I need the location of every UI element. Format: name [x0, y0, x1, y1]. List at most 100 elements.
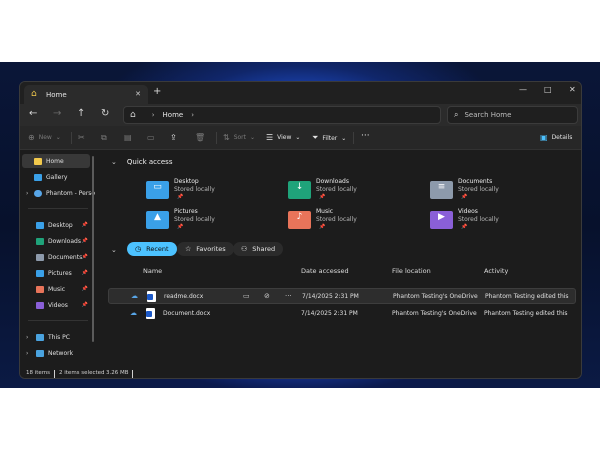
quick-access-pictures[interactable]: ▲ Pictures Stored locally 📌	[146, 208, 276, 234]
desktop-folder-icon	[36, 221, 44, 229]
sidebar-item-this-pc[interactable]: › This PC	[22, 330, 90, 344]
new-tab-button[interactable]: +	[153, 86, 161, 97]
downloads-folder-icon: ↓	[288, 181, 311, 199]
details-button[interactable]: ▣ Details	[540, 133, 572, 142]
sidebar-scrollbar[interactable]	[92, 156, 94, 342]
share-file-icon[interactable]: ⊘	[264, 292, 270, 300]
chevron-down-icon: ⌄	[250, 134, 256, 141]
up-button[interactable]: ↑	[77, 109, 85, 119]
table-row[interactable]: ☁ Document.docx 7/14/2025 2:31 PM Phanto…	[108, 306, 576, 322]
file-name: readme.docx	[164, 293, 204, 300]
rename-button[interactable]: ▭	[147, 133, 159, 142]
more-options-button[interactable]: ···	[361, 131, 370, 141]
quick-access-title: Quick access	[126, 158, 173, 166]
quick-access-desktop[interactable]: ▭ Desktop Stored locally 📌	[146, 178, 276, 204]
minimize-button[interactable]: —	[519, 85, 527, 94]
quick-access-downloads[interactable]: ↓ Downloads Stored locally 📌	[288, 178, 418, 204]
search-input[interactable]: ⌕ Search Home	[447, 106, 578, 124]
shared-people-icon: ⚇	[241, 245, 248, 253]
sidebar-item-gallery[interactable]: Gallery	[22, 170, 90, 184]
share-button[interactable]: ⇪	[170, 133, 181, 142]
quick-access-videos[interactable]: ▶ Videos Stored locally 📌	[430, 208, 560, 234]
maximize-button[interactable]: □	[544, 85, 552, 94]
back-button[interactable]: ←	[29, 109, 37, 119]
music-folder-icon	[36, 285, 44, 293]
quick-access-music[interactable]: ♪ Music Stored locally 📌	[288, 208, 418, 234]
column-header-name[interactable]: Name	[143, 267, 162, 275]
file-explorer-window: ⌂ Home ✕ + — □ ✕ ← → ↑ ↻ ⌂ › Home › ⌕ Se…	[19, 81, 582, 379]
pictures-folder-icon	[36, 269, 44, 277]
sidebar-item-label: This PC	[48, 333, 70, 341]
recent-collapse-toggle[interactable]: ⌄	[111, 246, 127, 254]
sidebar-item-label: Documents	[48, 253, 83, 261]
sidebar-item-desktop[interactable]: Desktop 📌	[22, 218, 90, 232]
cloud-status-icon: ☁	[130, 309, 137, 317]
address-row: ← → ↑ ↻ ⌂ › Home › ⌕ Search Home	[20, 104, 581, 126]
delete-button[interactable]: 🗑	[195, 133, 209, 142]
clock-icon: ◷	[135, 245, 142, 253]
table-row[interactable]: ☁ readme.docx ▭ ⊘ ··· 7/14/2025 2:31 PM …	[108, 288, 576, 304]
tab-favorites[interactable]: ☆ Favorites	[177, 242, 234, 256]
desktop-folder-icon: ▭	[146, 181, 169, 199]
sidebar-item-onedrive[interactable]: › Phantom - Perso	[22, 186, 95, 200]
column-header-activity[interactable]: Activity	[484, 267, 508, 275]
details-label: Details	[551, 134, 573, 141]
chevron-right-icon[interactable]: ›	[26, 190, 28, 197]
new-button[interactable]: ⊕ New ⌄	[28, 133, 61, 142]
sort-button[interactable]: ⇅ Sort ⌄	[223, 133, 255, 142]
paste-button[interactable]: ▤	[124, 133, 136, 142]
more-icon[interactable]: ···	[285, 292, 292, 300]
toolbar-divider	[353, 132, 354, 144]
copy-button[interactable]: ⧉	[101, 133, 111, 143]
chevron-down-icon: ⌄	[111, 158, 117, 166]
sidebar-item-documents[interactable]: Documents 📌	[22, 250, 90, 264]
navigation-pane: Home Gallery › Phantom - Perso Desktop 📌…	[20, 150, 98, 368]
sidebar-item-network[interactable]: › Network	[22, 346, 90, 360]
quick-access-documents[interactable]: ≡ Documents Stored locally 📌	[430, 178, 560, 204]
pin-icon: 📌	[81, 286, 88, 292]
folder-status: Stored locally	[458, 216, 499, 223]
address-bar[interactable]: ⌂ › Home ›	[123, 106, 441, 124]
folder-name: Downloads	[316, 178, 349, 185]
new-label: New	[38, 134, 52, 141]
rename-icon: ▭	[147, 133, 155, 142]
music-folder-icon: ♪	[288, 211, 311, 229]
sidebar-item-label: Pictures	[48, 269, 72, 277]
quick-access-header[interactable]: ⌄ Quick access	[111, 158, 172, 166]
tab-shared[interactable]: ⚇ Shared	[233, 242, 284, 256]
sidebar-item-home[interactable]: Home	[22, 154, 90, 168]
sidebar-item-music[interactable]: Music 📌	[22, 282, 90, 296]
forward-button[interactable]: →	[53, 109, 61, 119]
tab-home[interactable]: ⌂ Home ✕	[24, 85, 148, 104]
folder-status: Stored locally	[174, 186, 215, 193]
chevron-right-icon[interactable]: ›	[191, 111, 194, 119]
column-header-date[interactable]: Date accessed	[301, 267, 349, 275]
open-location-icon[interactable]: ▭	[243, 292, 250, 300]
trash-icon: 🗑	[195, 133, 206, 142]
file-date: 7/14/2025 2:31 PM	[302, 293, 359, 300]
chevron-right-icon[interactable]: ›	[26, 334, 28, 341]
sidebar-item-downloads[interactable]: Downloads 📌	[22, 234, 90, 248]
sidebar-item-pictures[interactable]: Pictures 📌	[22, 266, 90, 280]
pin-icon: 📌	[81, 254, 88, 260]
tab-recent[interactable]: ◷ Recent	[127, 242, 177, 256]
cut-button[interactable]: ✂	[78, 133, 89, 142]
chevron-right-icon[interactable]: ›	[152, 111, 155, 119]
view-label: View	[277, 134, 292, 141]
file-date: 7/14/2025 2:31 PM	[301, 310, 358, 317]
downloads-folder-icon	[36, 237, 44, 245]
status-divider	[132, 370, 133, 378]
filter-button[interactable]: ⏷ Filter ⌄	[312, 133, 346, 143]
sidebar-divider	[28, 208, 88, 209]
sidebar-item-videos[interactable]: Videos 📌	[22, 298, 90, 312]
computer-icon	[36, 333, 44, 341]
breadcrumb-home[interactable]: Home	[163, 111, 184, 119]
sidebar-item-label: Home	[46, 157, 64, 165]
folder-status: Stored locally	[316, 216, 357, 223]
column-header-location[interactable]: File location	[392, 267, 431, 275]
chevron-right-icon[interactable]: ›	[26, 350, 28, 357]
close-button[interactable]: ✕	[569, 85, 576, 94]
refresh-button[interactable]: ↻	[101, 109, 109, 119]
view-button[interactable]: ☰ View ⌄	[266, 133, 300, 142]
tab-close-button[interactable]: ✕	[135, 90, 141, 98]
